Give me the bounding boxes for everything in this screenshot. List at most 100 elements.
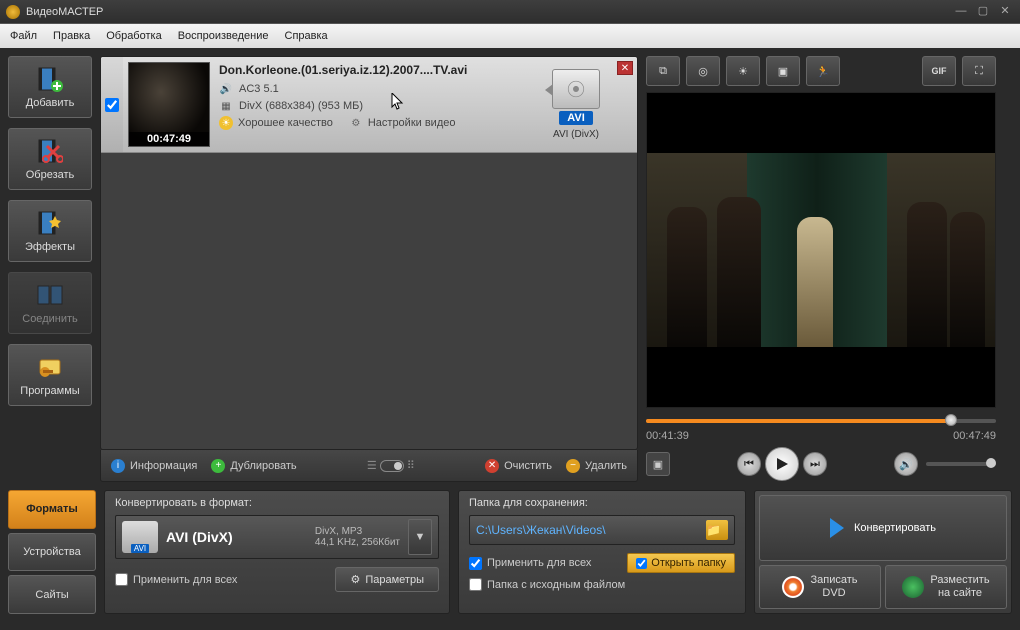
time-position: 00:41:39: [646, 430, 689, 442]
maximize-button[interactable]: ▢: [974, 5, 992, 19]
tool-brightness[interactable]: ☀: [726, 56, 760, 86]
file-video: DivX (688x384) (953 МБ): [239, 100, 363, 112]
format-dropdown[interactable]: ▼: [408, 519, 432, 555]
sidebar-add[interactable]: Добавить: [8, 56, 92, 118]
format-detail1: DivX, MP3: [315, 526, 400, 537]
folder-icon: 📁: [706, 523, 728, 537]
burn-dvd-button[interactable]: ЗаписатьDVD: [759, 565, 881, 609]
volume-button[interactable]: 🔊: [894, 452, 918, 476]
upload-button[interactable]: Разместитьна сайте: [885, 565, 1007, 609]
menu-process[interactable]: Обработка: [106, 30, 161, 42]
params-button[interactable]: ⚙Параметры: [335, 567, 439, 592]
file-name: Don.Korleone.(01.seriya.iz.12).2007....T…: [219, 63, 535, 77]
video-preview[interactable]: [646, 92, 996, 408]
convert-button[interactable]: Конвертировать: [759, 495, 1007, 561]
sidebar-cut[interactable]: Обрезать: [8, 128, 92, 190]
disc-icon: [782, 576, 804, 598]
duplicate-icon: +: [211, 459, 225, 473]
play-icon: [775, 457, 789, 471]
programs-icon: [36, 353, 64, 381]
file-quality: Хорошее качество: [238, 117, 333, 129]
close-button[interactable]: ✕: [996, 5, 1014, 19]
format-selector[interactable]: AVI AVI (DivX) DivX, MP3 44,1 KHz, 256Кб…: [115, 515, 439, 559]
apply-all-save-checkbox[interactable]: Применить для всех: [469, 557, 591, 570]
browse-button[interactable]: 📁: [706, 520, 728, 540]
format-badge: AVI: [559, 111, 593, 125]
source-folder-checkbox[interactable]: Папка с исходным файлом: [469, 578, 735, 591]
action-panel: Конвертировать ЗаписатьDVD Разместитьна …: [754, 490, 1012, 614]
file-settings-link[interactable]: ⚙Настройки видео: [349, 116, 456, 130]
volume-slider[interactable]: [926, 462, 996, 466]
format-detail2: 44,1 KHz, 256Кбит: [315, 537, 400, 548]
tool-frame[interactable]: ▣: [766, 56, 800, 86]
file-list: 00:47:49 Don.Korleone.(01.seriya.iz.12).…: [100, 56, 638, 450]
sun-icon: ☀: [219, 116, 233, 130]
frame-icon: ▣: [778, 65, 788, 78]
tool-speed[interactable]: 🏃: [806, 56, 840, 86]
sidebar-programs-label: Программы: [20, 385, 79, 397]
tab-sites[interactable]: Сайты: [8, 575, 96, 614]
duplicate-button[interactable]: +Дублировать: [211, 459, 296, 473]
sidebar-programs[interactable]: Программы: [8, 344, 92, 406]
format-header: Конвертировать в формат:: [115, 497, 439, 509]
tab-formats[interactable]: Форматы: [8, 490, 96, 529]
apply-all-checkbox[interactable]: Применить для всех: [115, 573, 237, 586]
file-item[interactable]: 00:47:49 Don.Korleone.(01.seriya.iz.12).…: [101, 57, 637, 153]
time-duration: 00:47:49: [953, 430, 996, 442]
film-cut-icon: [36, 137, 64, 165]
globe-icon: [902, 576, 924, 598]
tab-devices[interactable]: Устройства: [8, 533, 96, 572]
delete-icon: −: [566, 459, 580, 473]
file-checkbox[interactable]: [105, 98, 119, 112]
minimize-button[interactable]: —: [952, 5, 970, 19]
sidebar-effects-label: Эффекты: [25, 241, 75, 253]
camcorder-small-icon: AVI: [122, 521, 158, 553]
sidebar-join[interactable]: Соединить: [8, 272, 92, 334]
menu-help[interactable]: Справка: [285, 30, 328, 42]
film-icon: ▦: [219, 99, 233, 113]
sidebar-effects[interactable]: Эффекты: [8, 200, 92, 262]
delete-button[interactable]: −Удалить: [566, 459, 627, 473]
play-button[interactable]: [765, 447, 799, 481]
open-folder-button[interactable]: Открыть папку: [627, 553, 735, 573]
chevron-down-icon: ▼: [415, 531, 426, 543]
save-header: Папка для сохранения:: [469, 497, 735, 509]
menu-file[interactable]: Файл: [10, 30, 37, 42]
volume-icon: 🔊: [899, 458, 913, 471]
next-icon: ⏭: [810, 458, 820, 471]
format-panel: Конвертировать в формат: AVI AVI (DivX) …: [104, 490, 450, 614]
film-add-icon: [36, 65, 64, 93]
file-audio: AC3 5.1: [239, 83, 279, 95]
snapshot-button[interactable]: ▣: [646, 452, 670, 476]
gif-label: GIF: [932, 66, 947, 76]
remove-file-button[interactable]: ✕: [617, 61, 633, 75]
clear-icon: ✕: [485, 459, 499, 473]
prev-icon: ⏮: [744, 458, 754, 471]
prev-button[interactable]: ⏮: [737, 452, 761, 476]
view-toggle[interactable]: ☰ ⠿: [367, 459, 415, 472]
info-icon: i: [111, 459, 125, 473]
menu-play[interactable]: Воспроизведение: [178, 30, 269, 42]
convert-arrow-icon: [830, 518, 844, 538]
menubar: Файл Правка Обработка Воспроизведение Сп…: [0, 24, 1020, 48]
save-panel: Папка для сохранения: C:\Users\Жекан\Vid…: [458, 490, 746, 614]
list-view-icon: ☰: [367, 459, 377, 472]
running-icon: 🏃: [816, 65, 830, 78]
camcorder-icon: ⦿: [552, 69, 600, 109]
file-thumbnail[interactable]: 00:47:49: [128, 62, 210, 147]
film-join-icon: [36, 281, 64, 309]
save-path-box[interactable]: C:\Users\Жекан\Videos\ 📁: [469, 515, 735, 545]
tool-gif[interactable]: GIF: [922, 56, 956, 86]
sidebar-add-label: Добавить: [26, 97, 75, 109]
menu-edit[interactable]: Правка: [53, 30, 90, 42]
info-button[interactable]: iИнформация: [111, 459, 197, 473]
tool-target[interactable]: ◎: [686, 56, 720, 86]
save-path: C:\Users\Жекан\Videos\: [476, 523, 700, 537]
clear-button[interactable]: ✕Очистить: [485, 459, 552, 473]
brightness-icon: ☀: [738, 65, 748, 78]
window-title: ВидеоМАСТЕР: [26, 6, 948, 18]
tool-crop[interactable]: ⧉: [646, 56, 680, 86]
seek-slider[interactable]: [646, 419, 996, 423]
tool-fullscreen[interactable]: ⛶: [962, 56, 996, 86]
next-button[interactable]: ⏭: [803, 452, 827, 476]
